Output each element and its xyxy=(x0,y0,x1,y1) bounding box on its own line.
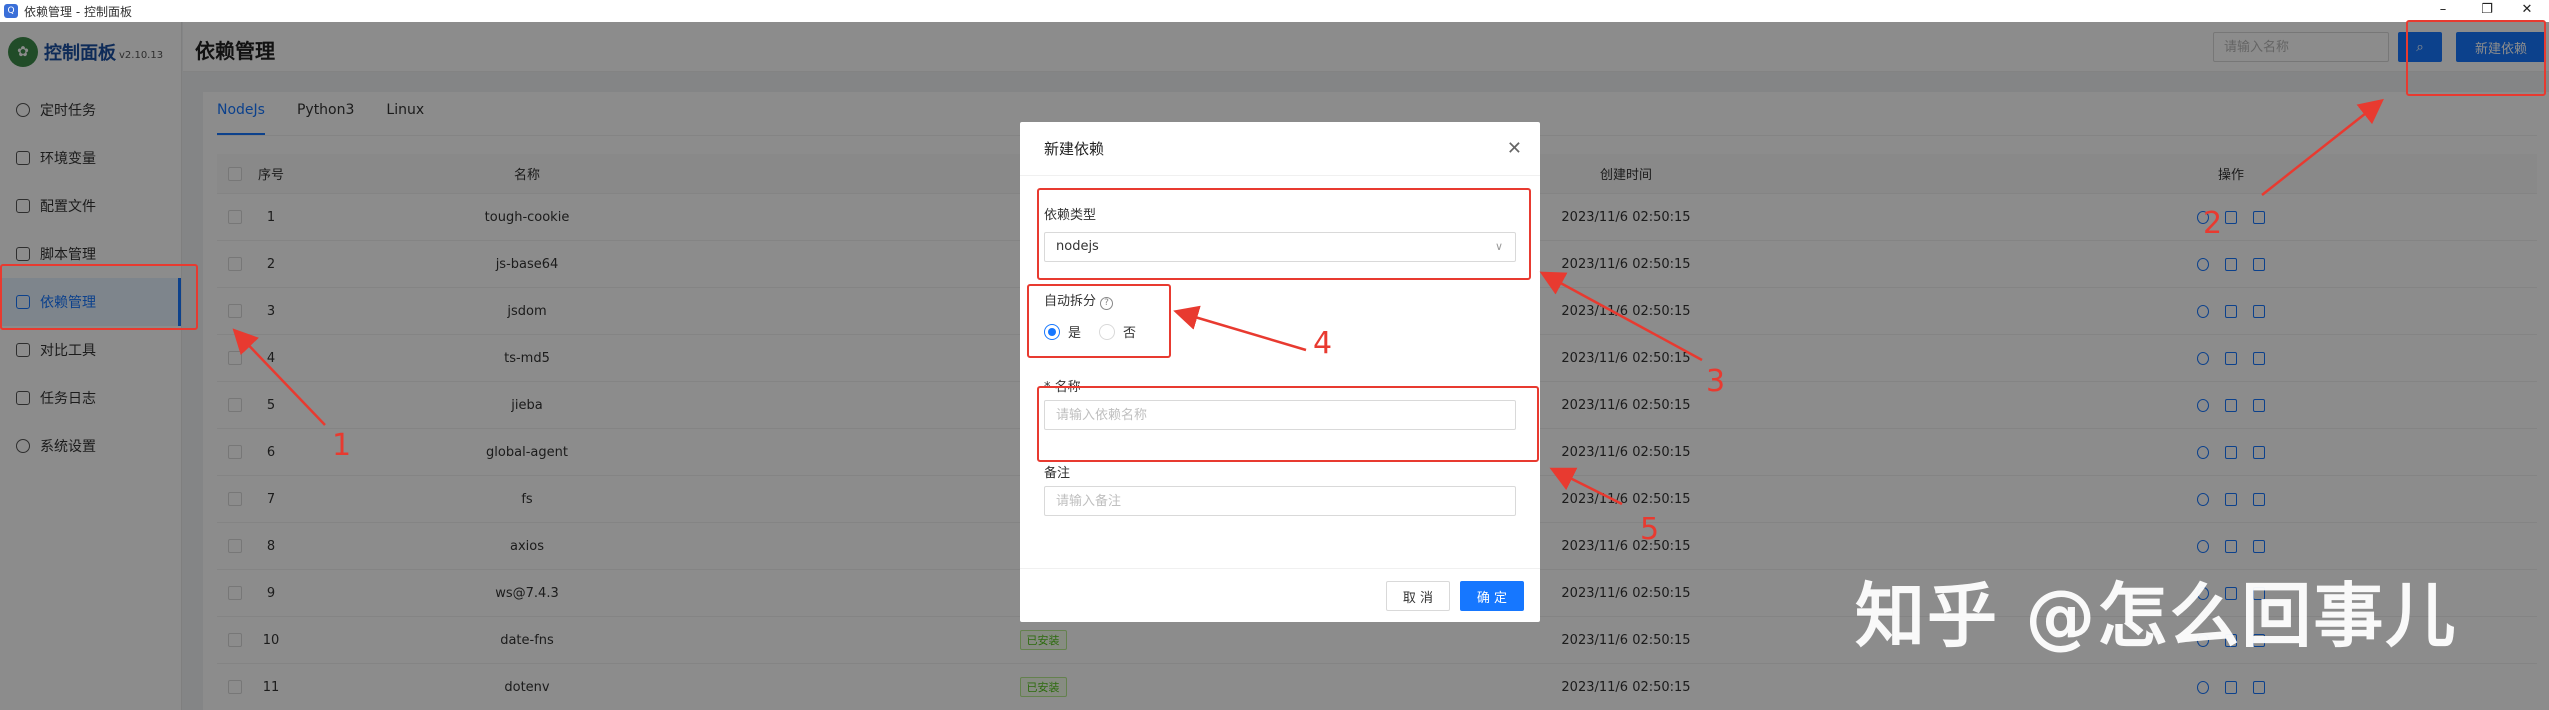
annotation-number-2: 2 xyxy=(2203,206,2223,241)
annotation-number-3: 3 xyxy=(1706,364,1726,399)
cancel-button[interactable]: 取 消 xyxy=(1386,581,1450,611)
annotation-box-5 xyxy=(1037,386,1539,462)
minimize-button[interactable]: – xyxy=(2421,0,2465,22)
zhihu-watermark: 知乎 @怎么回事儿 xyxy=(1855,575,2458,657)
annotation-box-3 xyxy=(1037,188,1531,280)
annotation-number-4: 4 xyxy=(1313,326,1333,361)
app-icon: Q xyxy=(4,4,18,18)
dialog-footer: 取 消 确 定 xyxy=(1020,568,1540,622)
close-icon[interactable]: ✕ xyxy=(1507,138,1522,159)
remark-input[interactable] xyxy=(1044,486,1516,516)
window-title: 依赖管理 - 控制面板 xyxy=(24,4,132,19)
confirm-button[interactable]: 确 定 xyxy=(1460,581,1524,611)
dialog-header: 新建依赖 xyxy=(1020,122,1540,176)
window-titlebar: Q 依赖管理 - 控制面板 – ❐ ✕ xyxy=(0,0,2549,22)
annotation-box-4 xyxy=(1027,284,1171,358)
annotation-number-5: 5 xyxy=(1640,512,1660,547)
maximize-button[interactable]: ❐ xyxy=(2465,0,2509,22)
annotation-box-2 xyxy=(2406,20,2546,96)
annotation-box-1 xyxy=(0,264,198,330)
dialog-title: 新建依赖 xyxy=(1044,140,1105,158)
annotation-number-1: 1 xyxy=(332,428,352,463)
close-window-button[interactable]: ✕ xyxy=(2505,0,2549,22)
remark-label: 备注 xyxy=(1044,466,1071,481)
